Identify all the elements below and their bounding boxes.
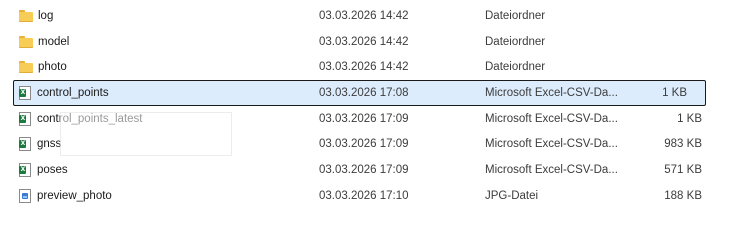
file-name: log [38, 9, 54, 22]
file-row-poses[interactable]: poses 03.03.2026 17:09 Microsoft Excel-C… [0, 157, 735, 183]
excel-csv-icon [19, 111, 31, 126]
date-modified: 03.03.2026 17:08 [319, 86, 409, 99]
name-cell[interactable]: poses [18, 157, 68, 183]
file-type: Microsoft Excel-CSV-Da... [485, 138, 618, 151]
name-cell[interactable]: log [18, 3, 53, 29]
file-size: 571 KB [664, 163, 702, 176]
file-row-photo[interactable]: photo 03.03.2026 14:42 Dateiordner [0, 54, 735, 80]
folder-icon [18, 59, 34, 75]
file-name: photo [38, 61, 67, 74]
file-type: Dateiordner [485, 61, 546, 74]
name-cell[interactable]: photo [18, 54, 67, 80]
file-row-log[interactable]: log 03.03.2026 14:42 Dateiordner [0, 3, 735, 29]
file-size: 188 KB [664, 189, 702, 202]
excel-csv-icon [19, 137, 31, 152]
folder-icon [18, 34, 34, 50]
date-modified: 03.03.2026 14:42 [319, 9, 409, 22]
file-type: Dateiordner [485, 35, 546, 48]
file-list: log 03.03.2026 14:42 Dateiordner model 0… [0, 3, 735, 209]
file-size: 983 KB [664, 138, 702, 151]
name-cell[interactable]: control_points [18, 81, 109, 105]
file-type: Microsoft Excel-CSV-Da... [485, 163, 618, 176]
file-name: poses [37, 163, 68, 176]
file-row-control-points[interactable]: control_points 03.03.2026 17:08 Microsof… [13, 80, 706, 106]
drag-preview-ghost [60, 112, 232, 156]
jpg-image-icon [19, 188, 31, 203]
excel-csv-icon [19, 162, 31, 177]
file-type: Microsoft Excel-CSV-Da... [485, 86, 618, 99]
name-cell[interactable]: gnss [18, 131, 61, 157]
date-modified: 03.03.2026 17:09 [319, 163, 409, 176]
file-type: Microsoft Excel-CSV-Da... [485, 112, 618, 125]
file-type: JPG-Datei [485, 189, 539, 202]
file-row-preview-photo[interactable]: preview_photo 03.03.2026 17:10 JPG-Datei… [0, 183, 735, 209]
date-modified: 03.03.2026 17:09 [319, 138, 409, 151]
file-name: gnss [37, 138, 62, 151]
file-type: Dateiordner [485, 9, 546, 22]
file-row-model[interactable]: model 03.03.2026 14:42 Dateiordner [0, 29, 735, 55]
file-size: 1 KB [662, 86, 687, 99]
name-cell[interactable]: preview_photo [18, 183, 112, 209]
name-cell[interactable]: model [18, 29, 69, 55]
file-size: 1 KB [677, 112, 702, 125]
excel-csv-icon [19, 85, 31, 100]
date-modified: 03.03.2026 14:42 [319, 61, 409, 74]
file-name: model [38, 35, 70, 48]
date-modified: 03.03.2026 14:42 [319, 35, 409, 48]
folder-icon [18, 8, 34, 24]
file-name: preview_photo [37, 189, 112, 202]
date-modified: 03.03.2026 17:10 [319, 189, 409, 202]
date-modified: 03.03.2026 17:09 [319, 112, 409, 125]
file-name: control_points [37, 86, 109, 99]
